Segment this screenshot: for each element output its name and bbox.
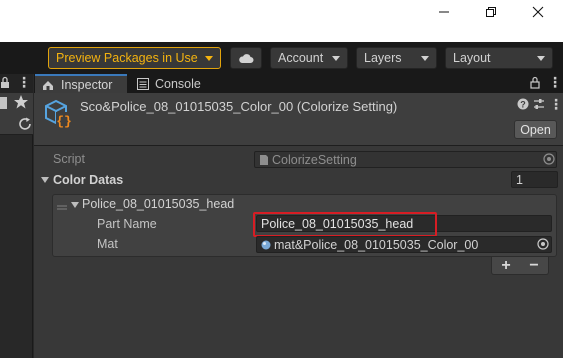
minimize-icon [439,11,449,13]
material-icon [261,240,271,249]
layout-label: Layout [453,51,491,65]
maximize-button[interactable] [468,0,514,24]
close-icon [532,6,544,18]
object-picker-icon [543,153,555,165]
component-menu-icon[interactable]: ⋮ [549,96,563,113]
cloud-icon [239,53,254,63]
script-field: ColorizeSetting [254,151,557,168]
mat-picker-icon[interactable] [537,238,549,250]
inspector-title: Sco&Police_08_01015035_Color_00 (Coloriz… [80,99,398,114]
left-panel-menu-icon[interactable]: ⋮ [17,74,31,91]
layers-label: Layers [364,51,402,65]
cloud-button[interactable] [230,47,262,69]
account-label: Account [278,51,324,65]
script-value: ColorizeSetting [272,152,357,167]
scriptable-object-icon: {} [42,98,74,130]
drag-handle-icon[interactable] [57,201,67,210]
chevron-down-icon [332,56,340,61]
inspector-icon [43,80,53,90]
add-element-button[interactable]: + [501,257,510,275]
close-button[interactable] [515,0,561,24]
preview-packages-label: Preview Packages in Use [56,51,198,65]
inspector-menu-icon[interactable]: ⋮ [548,74,562,91]
chevron-down-icon [205,56,213,61]
color-datas-size-field[interactable]: 1 [511,171,558,188]
square-icon[interactable] [0,97,7,109]
layers-dropdown[interactable]: Layers [356,47,437,69]
tab-inspector-label: Inspector [61,77,113,92]
part-name-label: Part Name [97,217,157,231]
open-button[interactable]: Open [514,120,557,139]
help-icon[interactable]: ? [517,98,529,110]
list-add-remove-footer: + − [491,257,549,275]
preview-packages-dropdown[interactable]: Preview Packages in Use [48,47,221,69]
color-datas-foldout-icon[interactable] [41,177,49,183]
color-datas-size-value: 1 [516,172,523,187]
mat-object-field[interactable]: mat&Police_08_01015035_Color_00 [256,236,552,253]
svg-text:?: ? [520,100,526,110]
tab-inspector[interactable]: Inspector [35,74,127,93]
inspector-lock-icon[interactable] [530,76,540,90]
script-label: Script [53,152,85,166]
tab-console[interactable]: Console [132,74,212,93]
preset-icon[interactable] [533,98,545,110]
minimize-button[interactable] [421,0,467,24]
color-datas-label[interactable]: Color Datas [53,173,123,187]
highlight-box [253,212,437,237]
element-foldout-icon[interactable] [71,202,79,208]
layout-dropdown[interactable]: Layout [445,47,553,69]
console-icon [137,77,149,90]
tab-console-label: Console [155,76,201,91]
open-button-label: Open [520,122,551,137]
element-header[interactable]: Police_08_01015035_head [82,197,234,211]
restore-icon [486,7,496,17]
chevron-down-icon [537,56,545,61]
remove-element-button[interactable]: − [529,257,538,275]
mat-value: mat&Police_08_01015035_Color_00 [274,237,479,252]
mat-label: Mat [97,237,118,251]
chevron-down-icon [421,56,429,61]
star-icon[interactable] [13,94,29,110]
account-dropdown[interactable]: Account [270,47,348,69]
lock-icon[interactable] [1,76,11,90]
svg-text:{}: {} [56,114,72,129]
refresh-icon[interactable] [17,116,33,132]
script-file-icon [260,154,268,165]
